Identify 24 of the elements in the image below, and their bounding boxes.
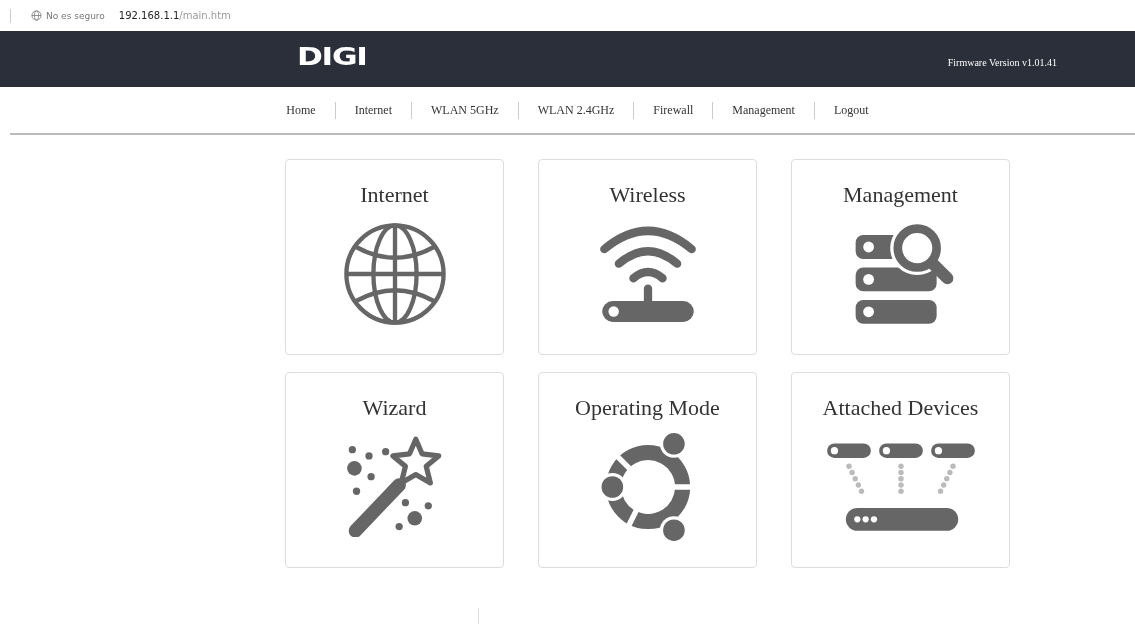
menu-card[interactable]: Operating Mode bbox=[538, 372, 757, 568]
menu-card[interactable]: Internet bbox=[285, 159, 504, 355]
menu-card[interactable]: Management bbox=[791, 159, 1010, 355]
globe-icon bbox=[31, 10, 42, 21]
url-host[interactable]: 192.168.1.1 bbox=[118, 10, 180, 21]
card-title: Wireless bbox=[609, 182, 686, 208]
nav-link[interactable]: Home bbox=[286, 102, 316, 118]
nav-link[interactable]: Logout bbox=[833, 102, 869, 118]
menu-card[interactable]: Wireless bbox=[538, 159, 757, 355]
card-title: Operating Mode bbox=[575, 395, 720, 421]
card-title: Wizard bbox=[362, 395, 427, 421]
nav-link[interactable]: WLAN 2.4GHz bbox=[537, 102, 615, 118]
card-title: Management bbox=[843, 182, 958, 208]
menu-card[interactable]: Wizard bbox=[285, 372, 504, 568]
nav-link[interactable]: Internet bbox=[354, 102, 392, 118]
nav-link[interactable]: Firewall bbox=[653, 102, 694, 118]
security-label[interactable]: No es seguro bbox=[46, 10, 105, 21]
menu-card[interactable]: Attached Devices bbox=[791, 372, 1010, 568]
nav-link[interactable]: Management bbox=[732, 102, 795, 118]
firmware-version: Firmware Version v1.01.41 bbox=[947, 56, 1057, 68]
card-title: Attached Devices bbox=[822, 395, 979, 421]
logo[interactable]: DIGI bbox=[297, 43, 367, 71]
card-title: Internet bbox=[360, 182, 429, 208]
nav-link[interactable]: WLAN 5GHz bbox=[431, 102, 499, 118]
